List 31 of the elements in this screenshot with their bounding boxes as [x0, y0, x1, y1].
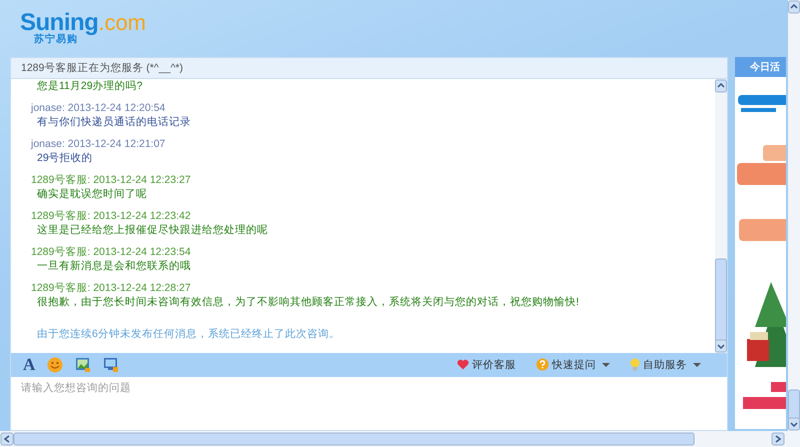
message-text: 很抱歉，由于您长时间未咨询有效信息，为了不影响其他顾客正常接入，系统将关闭与您的对话，祝您购物愉快!	[36, 294, 580, 309]
screenshot-icon[interactable]	[104, 358, 118, 372]
logo-name: Suning	[20, 12, 98, 34]
font-button[interactable]: A	[23, 356, 36, 374]
scrollbar[interactable]	[715, 78, 727, 353]
message-header: 1289号客服: 2013-12-24 12:23:42	[31, 208, 192, 223]
message-text: 有与你们快递员通话的电话记录	[36, 114, 192, 129]
message-header: 1289号客服: 2013-12-24 12:23:54	[31, 244, 192, 259]
rate-service-button[interactable]: 评价客服	[453, 358, 520, 372]
heart-icon	[457, 360, 469, 370]
question-icon	[536, 358, 548, 371]
logo-tagline: 苏宁易购	[34, 34, 78, 45]
message-header: jonase: 2013-12-24 12:21:07	[31, 136, 166, 151]
image-icon[interactable]	[76, 358, 90, 372]
message-text: 这里是已经给您上报催促尽快跟进给您处理的呢	[36, 222, 269, 237]
system-notice: 由于您连续6分钟未发布任何消息，系统已经终止了此次咨询。	[36, 326, 341, 341]
message-text: 29号拒收的	[36, 150, 94, 165]
message-text: 您是11月29办理的吗?	[36, 78, 144, 93]
message-header: 1289号客服: 2013-12-24 12:23:27	[31, 172, 192, 187]
scrollbar[interactable]	[788, 0, 800, 431]
quick-question-button[interactable]: 快速提问	[532, 358, 614, 372]
self-service-button[interactable]: 自助服务	[626, 358, 705, 372]
message-header: 1289号客服: 2013-12-24 12:28:27	[31, 280, 192, 295]
smiley-icon[interactable]	[48, 357, 63, 372]
message-text: 一旦有新消息是会和您联系的哦	[36, 258, 192, 273]
scrollbar[interactable]	[0, 431, 800, 447]
logo-suffix: .com	[98, 12, 146, 34]
message-header: jonase: 2013-12-24 12:20:54	[31, 100, 166, 115]
message-text: 确实是耽误您时间了呢	[36, 186, 148, 201]
lightbulb-icon	[630, 358, 640, 371]
chat-title: 1289号客服正在为您服务 (*^__^*)	[11, 58, 727, 79]
